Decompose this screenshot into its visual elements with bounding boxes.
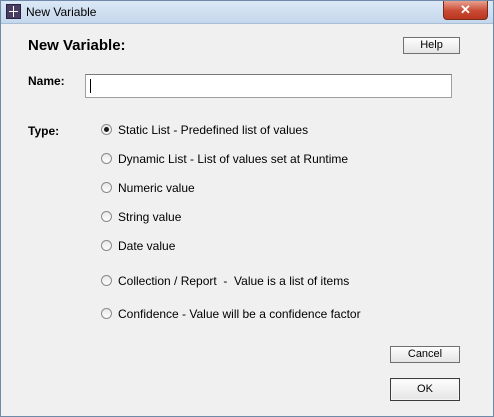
- option-label: Static List - Predefined list of values: [118, 123, 309, 137]
- cancel-button[interactable]: Cancel: [390, 346, 460, 363]
- radio-dynamic-list[interactable]: [101, 153, 112, 164]
- window-title: New Variable: [26, 5, 97, 19]
- radio-string-value[interactable]: [101, 211, 112, 222]
- name-label: Name:: [28, 74, 65, 88]
- radio-collection-report[interactable]: [101, 275, 112, 286]
- close-icon: ✕: [460, 2, 471, 17]
- radio-static-list[interactable]: [101, 124, 112, 135]
- ok-button[interactable]: OK: [390, 378, 460, 401]
- text-caret: [90, 79, 91, 93]
- name-input[interactable]: [85, 74, 452, 98]
- radio-date-value[interactable]: [101, 240, 112, 251]
- type-label: Type:: [28, 124, 60, 138]
- app-icon: [6, 4, 21, 19]
- radio-numeric-value[interactable]: [101, 182, 112, 193]
- option-label: Dynamic List - List of values set at Run…: [118, 152, 349, 166]
- option-label: Numeric value: [118, 181, 195, 195]
- option-label: Confidence - Value will be a confidence …: [118, 307, 361, 321]
- help-button[interactable]: Help: [403, 37, 460, 54]
- option-label: String value: [118, 210, 182, 224]
- title-bar[interactable]: New Variable ✕: [1, 1, 493, 24]
- option-label: Date value: [118, 239, 176, 253]
- close-button[interactable]: ✕: [443, 1, 488, 20]
- option-label: Collection / Report - Value is a list of…: [118, 274, 350, 288]
- new-variable-dialog: New Variable ✕ New Variable: Help Name: …: [0, 0, 494, 417]
- radio-confidence[interactable]: [101, 308, 112, 319]
- dialog-heading: New Variable:: [28, 37, 126, 54]
